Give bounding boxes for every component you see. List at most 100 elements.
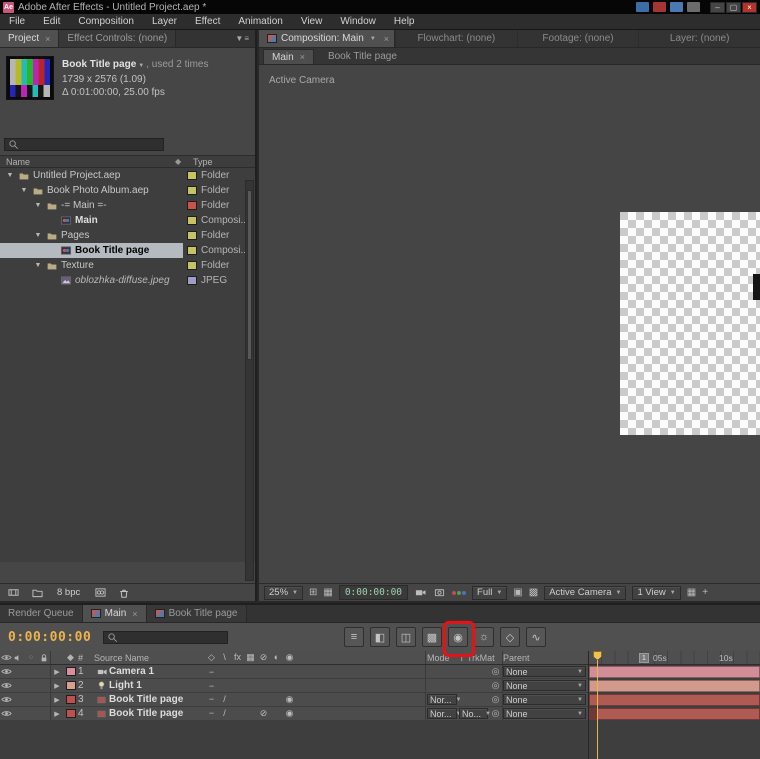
column-source-name[interactable]: Source Name bbox=[94, 653, 205, 663]
comp-mini-flowchart-button[interactable]: ≡ bbox=[344, 627, 364, 647]
layer-duration-bar[interactable] bbox=[589, 666, 760, 678]
eye-toggle[interactable] bbox=[0, 708, 13, 719]
collapse-switch[interactable]: − bbox=[205, 667, 218, 677]
project-search-input[interactable] bbox=[4, 138, 164, 151]
frame-blending-button[interactable]: ▩ bbox=[422, 627, 442, 647]
camera-view-dropdown[interactable]: Active Camera▼ bbox=[544, 586, 626, 600]
quality-switch[interactable]: / bbox=[218, 694, 231, 705]
lock-toggle[interactable] bbox=[37, 679, 51, 692]
layer-name[interactable]: Light 1 bbox=[109, 680, 205, 691]
expander-icon[interactable]: ▶ bbox=[51, 668, 63, 676]
snapshot-icon[interactable] bbox=[414, 587, 427, 598]
menu-edit[interactable]: Edit bbox=[34, 16, 69, 27]
layer-name[interactable]: Book Title page bbox=[109, 694, 205, 705]
tab-composition-main[interactable]: Composition: Main ▼ × bbox=[259, 30, 395, 47]
time-ruler[interactable]: 05s 10s 1 bbox=[589, 651, 760, 665]
eye-toggle[interactable] bbox=[0, 694, 13, 705]
layer-duration-bar[interactable] bbox=[589, 694, 760, 706]
layer-duration-bar[interactable] bbox=[589, 680, 760, 692]
project-item-row[interactable]: ▼Untitled Project.aep Folder bbox=[0, 168, 255, 183]
label-chip[interactable] bbox=[187, 276, 197, 285]
graph-editor-button[interactable]: ∿ bbox=[526, 627, 546, 647]
pickwhip-icon[interactable]: ◎ bbox=[489, 666, 502, 677]
layer-duration-bar[interactable] bbox=[589, 708, 760, 720]
region-of-interest-icon[interactable]: ▣ bbox=[513, 588, 522, 598]
track-matte-dropdown[interactable]: No...▼ bbox=[459, 708, 488, 719]
close-icon[interactable]: × bbox=[132, 609, 137, 619]
tab-layer[interactable]: Layer: (none) bbox=[638, 30, 760, 47]
lock-toggle[interactable] bbox=[37, 665, 51, 678]
project-item-row[interactable]: ▼Texture Folder bbox=[0, 258, 255, 273]
tab-render-queue[interactable]: Render Queue bbox=[0, 605, 83, 622]
label-chip[interactable] bbox=[187, 246, 197, 255]
lock-toggle[interactable] bbox=[37, 707, 51, 720]
expander-icon[interactable]: ▼ bbox=[33, 232, 43, 239]
eye-toggle[interactable] bbox=[0, 680, 13, 691]
label-column-icon[interactable]: ◆ bbox=[175, 157, 193, 166]
view-layout-dropdown[interactable]: 1 View▼ bbox=[632, 586, 680, 600]
new-composition-icon[interactable] bbox=[92, 587, 108, 598]
chevron-down-icon[interactable]: ▼ bbox=[138, 63, 144, 69]
quality-switch[interactable]: / bbox=[218, 708, 231, 719]
channel-icon[interactable] bbox=[452, 591, 466, 595]
layer-row[interactable]: ▶ 3 Book Title page −/◉ Nor...▼ ◎ None▼ bbox=[0, 693, 588, 707]
layer-row[interactable]: ▶ 4 Book Title page −/⊘◉ Nor...▼ No...▼ … bbox=[0, 707, 588, 721]
eye-toggle[interactable] bbox=[0, 666, 13, 677]
project-item-row[interactable]: Main Composi... bbox=[0, 213, 255, 228]
composition-viewport[interactable]: Active Camera bbox=[259, 65, 760, 583]
pickwhip-icon[interactable]: ◎ bbox=[489, 694, 502, 705]
menu-animation[interactable]: Animation bbox=[229, 16, 291, 27]
collapse-switch[interactable]: − bbox=[205, 681, 218, 691]
current-time-indicator[interactable] bbox=[597, 651, 598, 759]
label-chip[interactable] bbox=[187, 261, 197, 270]
layer-label-chip[interactable] bbox=[66, 709, 76, 718]
close-icon[interactable]: × bbox=[300, 52, 305, 62]
transparent-canvas[interactable] bbox=[620, 212, 760, 435]
expander-icon[interactable]: ▼ bbox=[33, 262, 43, 269]
parent-dropdown[interactable]: None▼ bbox=[503, 666, 586, 677]
delete-icon[interactable] bbox=[116, 587, 132, 599]
label-column-icon[interactable]: ◆ bbox=[63, 652, 78, 663]
pickwhip-icon[interactable]: ◎ bbox=[489, 680, 502, 691]
resolution-dropdown[interactable]: Full▼ bbox=[472, 586, 507, 600]
menu-effect[interactable]: Effect bbox=[186, 16, 229, 27]
label-chip[interactable] bbox=[187, 201, 197, 210]
label-chip[interactable] bbox=[187, 216, 197, 225]
parent-dropdown[interactable]: None▼ bbox=[503, 680, 586, 691]
magnification-dropdown[interactable]: 25%▼ bbox=[264, 586, 303, 600]
project-item-row[interactable]: ▼Book Photo Album.aep Folder bbox=[0, 183, 255, 198]
blend-mode-dropdown[interactable]: Nor...▼ bbox=[427, 694, 457, 705]
tab-flowchart[interactable]: Flowchart: (none) bbox=[395, 30, 517, 47]
tab-project[interactable]: Project × bbox=[0, 30, 59, 47]
show-snapshot-icon[interactable] bbox=[433, 587, 446, 598]
project-item-row[interactable]: ▼Pages Folder bbox=[0, 228, 255, 243]
project-item-row-selected[interactable]: Book Title page Composi... bbox=[0, 243, 255, 258]
project-item-row[interactable]: oblozhka-diffuse.jpeg JPEG bbox=[0, 273, 255, 288]
menu-window[interactable]: Window bbox=[331, 16, 385, 27]
layer-name[interactable]: Book Title page bbox=[109, 708, 205, 719]
layer-row[interactable]: ▶ 1 Camera 1 − ◎ None▼ bbox=[0, 665, 588, 679]
collapse-switch[interactable]: − bbox=[205, 708, 218, 719]
expander-icon[interactable]: ▼ bbox=[19, 187, 29, 194]
draft-3d-button[interactable]: ◧ bbox=[370, 627, 390, 647]
menu-view[interactable]: View bbox=[292, 16, 332, 27]
expander-icon[interactable]: ▶ bbox=[51, 682, 63, 690]
parent-dropdown[interactable]: None▼ bbox=[503, 694, 586, 705]
expander-icon[interactable]: ▼ bbox=[5, 172, 15, 179]
tab-timeline-book[interactable]: Book Title page bbox=[147, 605, 247, 622]
3d-switch[interactable]: ◉ bbox=[283, 708, 296, 719]
project-column-headers[interactable]: Name ◆ Type bbox=[0, 155, 255, 168]
lock-toggle[interactable] bbox=[37, 693, 51, 706]
layer-name[interactable]: Camera 1 bbox=[109, 666, 205, 677]
menu-help[interactable]: Help bbox=[385, 16, 424, 27]
layer-label-chip[interactable] bbox=[66, 667, 76, 676]
pixel-aspect-icon[interactable]: ▦ bbox=[687, 588, 696, 598]
grid-icon[interactable]: ▦ bbox=[323, 588, 332, 598]
transparency-grid-icon[interactable]: ▩ bbox=[529, 588, 538, 598]
parent-dropdown[interactable]: None▼ bbox=[503, 708, 586, 719]
bit-depth-button[interactable]: 8 bpc bbox=[53, 587, 84, 598]
layer-label-chip[interactable] bbox=[66, 681, 76, 690]
viewer-tab-book[interactable]: Book Title page bbox=[320, 49, 405, 64]
layer-label-chip[interactable] bbox=[66, 695, 76, 704]
close-icon[interactable]: × bbox=[384, 34, 389, 44]
